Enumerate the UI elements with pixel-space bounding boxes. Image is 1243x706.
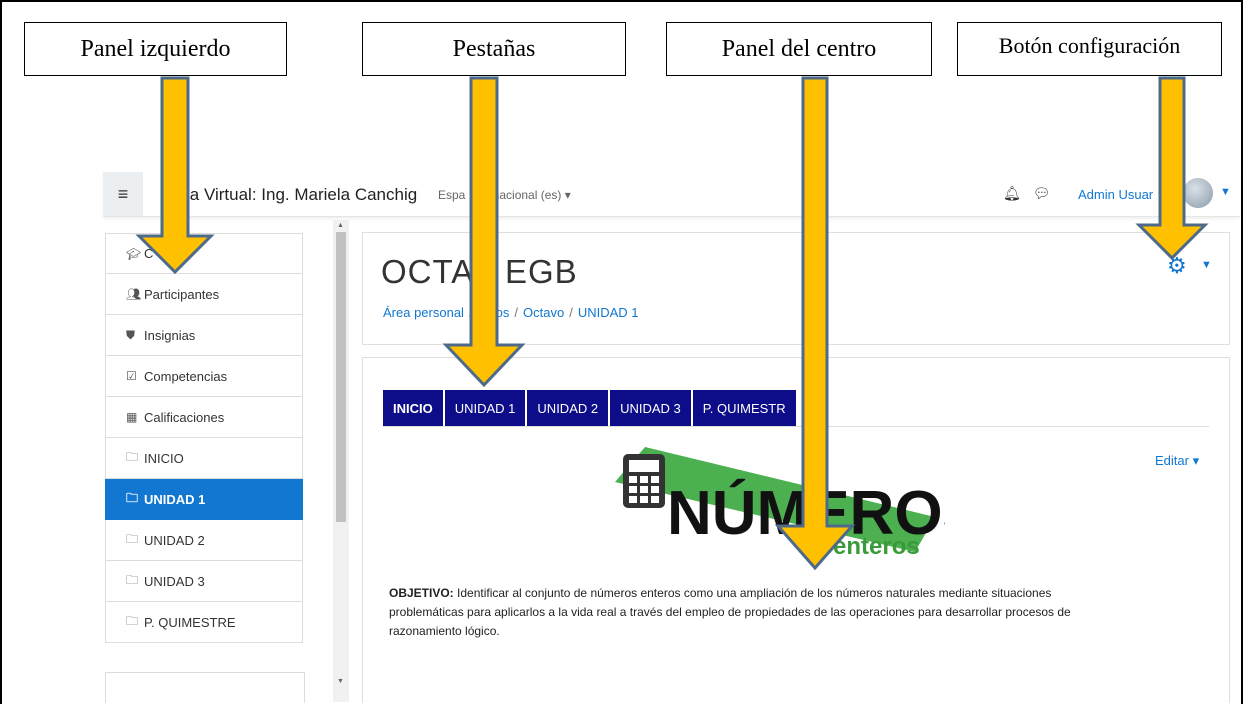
arrow-tabs [442,76,526,388]
arrow-left-panel [135,76,215,275]
callout-left-panel: Panel izquierdo [24,22,287,76]
callout-settings-button: Botón configuración [957,22,1222,76]
callout-tabs: Pestañas [362,22,626,76]
arrow-center-panel [774,76,856,571]
callout-center-panel: Panel del centro [666,22,932,76]
annotation-arrows [135,76,1209,571]
arrow-settings [1135,76,1209,261]
